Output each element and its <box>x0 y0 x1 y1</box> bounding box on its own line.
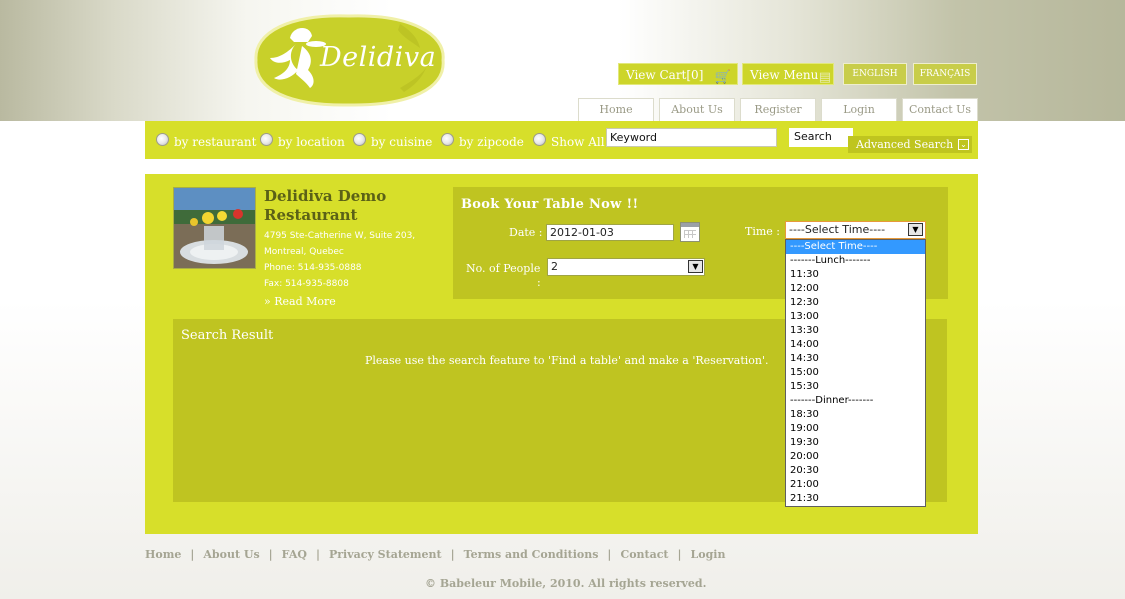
read-more-label: Read More <box>274 295 336 308</box>
footer-contact[interactable]: Contact <box>620 548 668 561</box>
calendar-icon[interactable] <box>680 222 700 242</box>
radio-by-zipcode[interactable] <box>441 133 454 146</box>
view-cart-label: View Cart[0] <box>626 68 704 82</box>
restaurant-photo[interactable] <box>173 187 256 269</box>
copyright: © Babeleur Mobile, 2010. All rights rese… <box>425 577 707 590</box>
time-option[interactable]: 11:30 <box>786 268 925 282</box>
footer-faq[interactable]: FAQ <box>282 548 307 561</box>
nav-home[interactable]: Home <box>578 98 654 121</box>
radio-by-location[interactable] <box>260 133 273 146</box>
time-option[interactable]: 19:30 <box>786 436 925 450</box>
view-menu-label: View Menu <box>750 68 819 82</box>
time-option[interactable]: 18:30 <box>786 408 925 422</box>
advanced-search-button[interactable]: Advanced Search ⌄ <box>848 136 972 153</box>
search-button[interactable]: Search <box>789 128 853 147</box>
time-option[interactable]: 14:00 <box>786 338 925 352</box>
time-option[interactable]: 15:00 <box>786 366 925 380</box>
restaurant-phone: Phone: 514-935-0888 <box>264 263 362 273</box>
view-cart-button[interactable]: View Cart[0] 🛒 <box>618 63 738 85</box>
people-select[interactable]: 2 <box>547 258 705 276</box>
radio-by-restaurant[interactable] <box>156 133 169 146</box>
time-option[interactable]: 19:00 <box>786 422 925 436</box>
chevron-down-icon[interactable]: ▼ <box>688 260 703 273</box>
radio-label-show-all: Show All <box>551 135 605 149</box>
double-chevron-icon: » <box>264 295 271 308</box>
time-option[interactable]: -------Dinner------- <box>786 394 925 408</box>
footer-about-us[interactable]: About Us <box>203 548 259 561</box>
nav-about-us[interactable]: About Us <box>659 98 735 121</box>
nav-contact-us[interactable]: Contact Us <box>902 98 978 121</box>
time-option[interactable]: 20:30 <box>786 464 925 478</box>
time-select[interactable]: ----Select Time---- <box>785 221 926 239</box>
nav-register[interactable]: Register <box>740 98 816 121</box>
calendar-rings <box>681 223 699 227</box>
booking-title: Book Your Table Now !! <box>461 197 639 212</box>
time-option[interactable]: 13:00 <box>786 310 925 324</box>
time-option[interactable]: ----Select Time---- <box>786 240 925 254</box>
radio-show-all[interactable] <box>533 133 546 146</box>
date-label: Date : <box>509 226 543 239</box>
chevron-down-icon: ⌄ <box>958 139 969 150</box>
read-more-link[interactable]: » Read More <box>264 295 336 308</box>
keyword-input[interactable]: Keyword <box>606 128 777 147</box>
time-dropdown-list[interactable]: ----Select Time---- -------Lunch------- 11… <box>785 239 926 507</box>
chevron-down-icon[interactable]: ▼ <box>908 223 923 236</box>
advanced-search-label: Advanced Search <box>856 138 954 151</box>
calendar-grid <box>684 230 696 238</box>
radio-label-by-zipcode: by zipcode <box>459 135 524 149</box>
radio-by-cuisine[interactable] <box>353 133 366 146</box>
people-label: No. of People <box>466 262 541 275</box>
radio-label-by-restaurant: by restaurant <box>174 135 257 149</box>
time-select-value: ----Select Time---- <box>789 223 886 236</box>
time-option[interactable]: 12:00 <box>786 282 925 296</box>
nav-login[interactable]: Login <box>821 98 897 121</box>
time-option[interactable]: 20:00 <box>786 450 925 464</box>
footer-privacy[interactable]: Privacy Statement <box>329 548 442 561</box>
menu-icon: ▤ <box>818 70 831 85</box>
cart-icon: 🛒 <box>714 70 731 85</box>
time-option[interactable]: -------Lunch------- <box>786 254 925 268</box>
radio-label-by-location: by location <box>278 135 345 149</box>
restaurant-address-line1: 4795 Ste-Catherine W, Suite 203, <box>264 231 416 241</box>
restaurant-fax: Fax: 514-935-8808 <box>264 279 349 289</box>
radio-label-by-cuisine: by cuisine <box>371 135 433 149</box>
logo-text: Delidiva <box>320 42 437 73</box>
time-option[interactable]: 15:30 <box>786 380 925 394</box>
people-select-value: 2 <box>551 260 558 273</box>
view-menu-button[interactable]: View Menu ▤ <box>742 63 834 85</box>
time-option[interactable]: 14:30 <box>786 352 925 366</box>
results-message: Please use the search feature to 'Find a… <box>365 354 769 367</box>
time-option[interactable]: 21:00 <box>786 478 925 492</box>
time-option[interactable]: 21:30 <box>786 492 925 506</box>
footer-home[interactable]: Home <box>145 548 181 561</box>
results-title: Search Result <box>181 328 274 343</box>
footer-login[interactable]: Login <box>691 548 726 561</box>
lang-english-button[interactable]: ENGLISH <box>843 63 907 85</box>
footer-terms[interactable]: Terms and Conditions <box>464 548 599 561</box>
restaurant-name[interactable]: Delidiva Demo Restaurant <box>264 187 444 225</box>
footer-links: Home | About Us | FAQ | Privacy Statement | Term… <box>145 548 726 561</box>
date-input[interactable]: 2012-01-03 <box>546 224 674 241</box>
restaurant-photo-image <box>174 188 255 268</box>
time-option[interactable]: 13:30 <box>786 324 925 338</box>
people-label-colon: : <box>537 276 541 289</box>
lang-french-button[interactable]: FRANÇAIS <box>913 63 977 85</box>
time-label: Time : <box>745 225 780 238</box>
restaurant-address-line2: Montreal, Quebec <box>264 247 344 257</box>
time-option[interactable]: 12:30 <box>786 296 925 310</box>
